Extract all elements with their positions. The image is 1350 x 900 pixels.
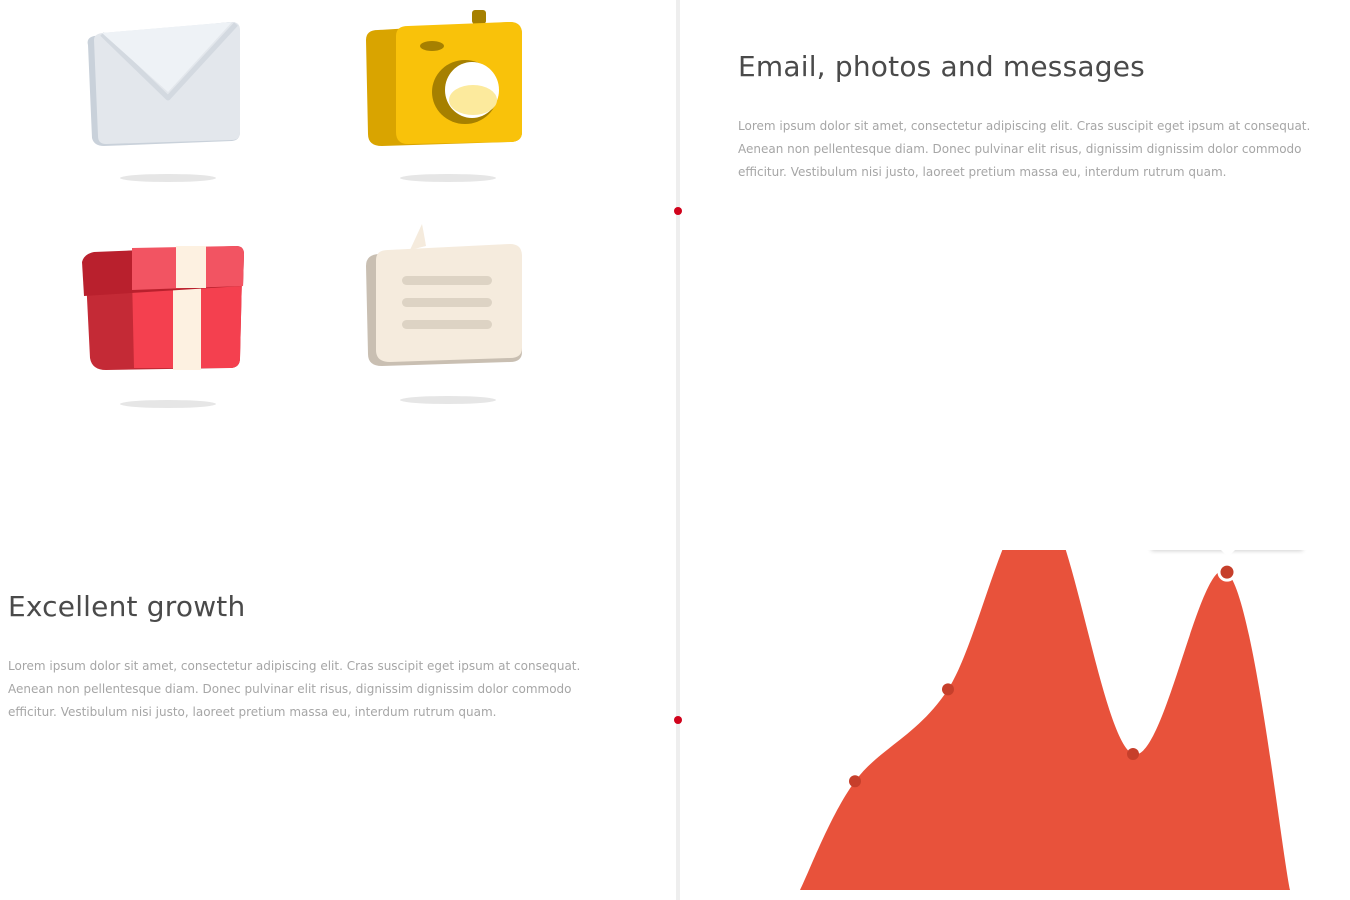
chart-point (1127, 748, 1139, 760)
section-body: Lorem ipsum dolor sit amet, consectetur … (8, 659, 581, 719)
chart-area (800, 550, 1290, 890)
timeline-dot (674, 716, 682, 724)
email-icon (80, 10, 250, 200)
section-body: Lorem ipsum dolor sit amet, consectetur … (738, 119, 1311, 179)
section-title: Excellent growth (8, 590, 246, 623)
chart-point-highlight (1217, 562, 1237, 582)
camera-icon (360, 10, 530, 200)
chart-point (942, 683, 954, 696)
timeline-dot (674, 207, 682, 215)
chart-point (849, 775, 861, 788)
message-bubble-icon (360, 220, 530, 410)
chart-canvas (800, 550, 1290, 890)
growth-chart: 935 (740, 550, 1350, 890)
timeline-line (676, 0, 680, 900)
gift-box-icon (80, 236, 250, 426)
section-title: Email, photos and messages (738, 50, 1145, 83)
page: Email, photos and messages Lorem ipsum d… (0, 0, 1350, 900)
